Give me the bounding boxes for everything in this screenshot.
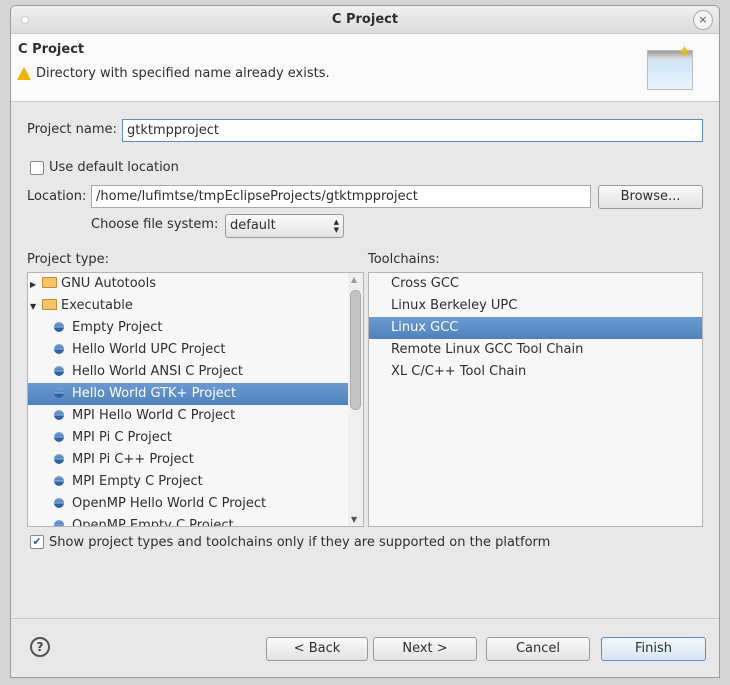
- finish-button[interactable]: Finish: [601, 637, 706, 661]
- scroll-down-icon[interactable]: ▼: [351, 515, 357, 524]
- project-type-label: MPI Pi C++ Project: [72, 452, 194, 467]
- project-type-tree[interactable]: ▶ GNU Autotools ▼ Executable Empty Project He…: [27, 272, 364, 527]
- project-template-icon: [54, 476, 64, 486]
- toolchain-item[interactable]: Linux GCC: [369, 317, 702, 339]
- file-system-value: default: [230, 218, 276, 233]
- spinner-arrows-icon: ▲ ▼: [333, 218, 339, 234]
- project-type-label: MPI Empty C Project: [72, 474, 203, 489]
- project-template-icon: [54, 498, 64, 508]
- toolchain-item[interactable]: Remote Linux GCC Tool Chain: [369, 339, 702, 361]
- cancel-button[interactable]: Cancel: [486, 637, 590, 661]
- file-system-select[interactable]: default ▲ ▼: [225, 214, 344, 238]
- filter-supported-label: Show project types and toolchains only i…: [49, 535, 551, 550]
- tree-scrollbar[interactable]: ▲ ▼: [348, 273, 363, 526]
- project-type-item[interactable]: Hello World GTK+ Project: [28, 383, 348, 405]
- toolchain-item[interactable]: Cross GCC: [369, 273, 702, 295]
- back-button[interactable]: < Back: [266, 637, 368, 661]
- separator: [11, 618, 719, 619]
- project-type-label: MPI Hello World C Project: [72, 408, 236, 423]
- project-type-label: Hello World UPC Project: [72, 342, 226, 357]
- window-title: C Project: [331, 12, 399, 27]
- toolchains-label: Toolchains:: [368, 252, 440, 267]
- scroll-up-icon[interactable]: ▲: [351, 275, 357, 284]
- project-template-icon: [54, 454, 64, 464]
- help-icon[interactable]: ?: [30, 637, 50, 657]
- file-system-label: Choose file system:: [91, 217, 219, 232]
- toolchains-list[interactable]: Cross GCC Linux Berkeley UPC Linux GCC Remo…: [368, 272, 703, 527]
- c-project-dialog: C Project × C Project Directory with spe…: [10, 5, 720, 678]
- expanded-arrow-icon[interactable]: ▼: [30, 296, 40, 318]
- project-template-icon: [54, 432, 64, 442]
- use-default-location-label: Use default location: [49, 160, 179, 175]
- project-type-item[interactable]: Empty Project: [28, 317, 348, 339]
- warning-icon: [17, 67, 31, 80]
- project-type-item[interactable]: MPI Pi C++ Project: [28, 449, 348, 471]
- project-type-item[interactable]: OpenMP Empty C Project: [28, 515, 348, 527]
- project-type-item[interactable]: MPI Empty C Project: [28, 471, 348, 493]
- project-template-icon: [54, 366, 64, 376]
- filter-supported-checkbox[interactable]: ✔: [30, 535, 44, 549]
- project-type-label: Hello World ANSI C Project: [72, 364, 243, 379]
- location-input[interactable]: [91, 185, 591, 208]
- project-type-item[interactable]: Hello World UPC Project: [28, 339, 348, 361]
- project-type-label: OpenMP Empty C Project: [72, 518, 234, 527]
- project-type-item[interactable]: ▶ GNU Autotools: [28, 273, 348, 295]
- folder-icon: [42, 277, 57, 288]
- project-type-label: Empty Project: [72, 320, 163, 335]
- project-type-label: Hello World GTK+ Project: [72, 386, 237, 401]
- collapsed-arrow-icon[interactable]: ▶: [30, 274, 40, 296]
- title-bar: C Project ×: [11, 6, 719, 34]
- project-template-icon: [54, 520, 64, 526]
- project-type-item[interactable]: OpenMP Hello World C Project: [28, 493, 348, 515]
- page-title: C Project: [18, 42, 85, 57]
- wizard-header: C Project Directory with specified name …: [11, 34, 719, 102]
- next-button[interactable]: Next >: [373, 637, 477, 661]
- project-type-label: MPI Pi C Project: [72, 430, 173, 445]
- toolchain-item[interactable]: Linux Berkeley UPC: [369, 295, 702, 317]
- project-template-icon: [54, 322, 64, 332]
- project-name-label: Project name:: [27, 122, 117, 137]
- window-menu-icon[interactable]: [21, 16, 29, 24]
- close-icon[interactable]: ×: [693, 10, 713, 30]
- project-type-item[interactable]: MPI Pi C Project: [28, 427, 348, 449]
- browse-button[interactable]: Browse...: [598, 185, 703, 209]
- toolchain-item[interactable]: XL C/C++ Tool Chain: [369, 361, 702, 383]
- project-type-item[interactable]: Hello World ANSI C Project: [28, 361, 348, 383]
- project-template-icon: [54, 344, 64, 354]
- sparkle-icon: ✦: [677, 42, 693, 63]
- project-template-icon: [54, 388, 64, 398]
- project-type-label: GNU Autotools: [61, 276, 157, 291]
- project-type-item[interactable]: ▼ Executable: [28, 295, 348, 317]
- project-type-label: Project type:: [27, 252, 110, 267]
- project-type-item[interactable]: MPI Hello World C Project: [28, 405, 348, 427]
- project-name-input[interactable]: [122, 119, 703, 142]
- project-type-label: Executable: [61, 298, 133, 313]
- folder-icon: [42, 299, 57, 310]
- scrollbar-thumb[interactable]: [350, 290, 361, 410]
- project-template-icon: [54, 410, 64, 420]
- project-type-label: OpenMP Hello World C Project: [72, 496, 267, 511]
- status-message: Directory with specified name already ex…: [36, 66, 330, 81]
- use-default-location-checkbox[interactable]: [30, 161, 44, 175]
- location-label: Location:: [27, 189, 87, 204]
